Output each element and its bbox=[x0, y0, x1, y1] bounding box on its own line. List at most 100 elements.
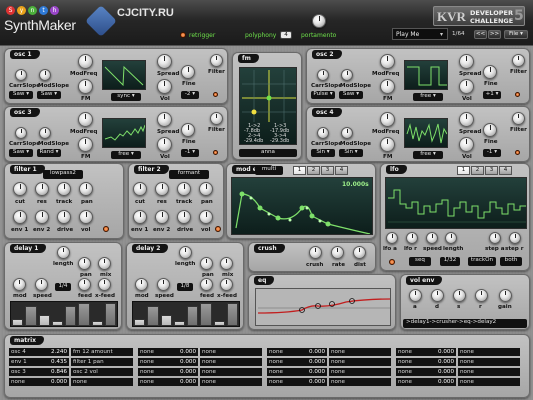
delay-step-bar[interactable] bbox=[104, 303, 116, 326]
lfo-speed-knob[interactable] bbox=[426, 232, 438, 244]
lfo-tab-1[interactable]: 1 bbox=[457, 166, 470, 175]
lfo-active-led-icon[interactable] bbox=[389, 259, 395, 265]
modenv-screen[interactable]: 10.000s bbox=[231, 177, 373, 235]
matrix-amount[interactable]: 0.000 bbox=[432, 358, 454, 366]
delay-step-bar[interactable] bbox=[173, 321, 185, 326]
filter2-track-knob[interactable] bbox=[177, 182, 191, 196]
delay1-speed-knob[interactable] bbox=[35, 278, 48, 291]
volenv-d-knob[interactable] bbox=[431, 289, 444, 302]
osc1-active-led-icon[interactable] bbox=[213, 92, 218, 97]
osc1-fm-knob[interactable] bbox=[78, 79, 93, 94]
osc3-carr-wave[interactable]: Saw ▾ bbox=[9, 149, 33, 157]
volenv-gain-knob[interactable] bbox=[499, 289, 512, 302]
crush-crush-knob[interactable] bbox=[309, 246, 322, 259]
matrix-amount[interactable]: 0.846 bbox=[45, 368, 67, 376]
osc4-filter-knob[interactable] bbox=[512, 112, 525, 125]
lfo-r-knob[interactable] bbox=[406, 232, 418, 244]
filter1-drive-knob[interactable] bbox=[57, 210, 71, 224]
matrix-dest-slot[interactable]: none bbox=[200, 358, 262, 366]
delay1-xfeed-knob[interactable] bbox=[98, 278, 111, 291]
lfo-stepa-knob[interactable] bbox=[489, 232, 501, 244]
osc4-spread-knob[interactable] bbox=[459, 112, 474, 127]
delay-step-bar[interactable] bbox=[25, 305, 37, 326]
osc3-spread-knob[interactable] bbox=[157, 112, 172, 127]
osc1-carr-wave[interactable]: Saw ▾ bbox=[9, 91, 33, 99]
osc3-modfreq-knob[interactable] bbox=[78, 112, 93, 127]
osc3-vol-knob[interactable] bbox=[157, 137, 172, 152]
matrix-amount[interactable]: 0.435 bbox=[45, 358, 67, 366]
modenv-tab-1[interactable]: 1 bbox=[293, 166, 306, 175]
lfo-tab-2[interactable]: 2 bbox=[471, 166, 484, 175]
osc3-active-led-icon[interactable] bbox=[213, 150, 218, 155]
matrix-dest-slot[interactable]: none bbox=[458, 358, 520, 366]
eq-graph-screen[interactable] bbox=[255, 288, 391, 326]
osc4-fine-knob[interactable] bbox=[483, 123, 497, 137]
matrix-dest-slot[interactable]: none bbox=[458, 378, 520, 386]
osc3-fm-knob[interactable] bbox=[78, 137, 93, 152]
osc3-mod-wave[interactable]: Rand ▾ bbox=[37, 149, 61, 157]
matrix-dest-slot[interactable]: none bbox=[329, 348, 391, 356]
lfo-tab-4[interactable]: 4 bbox=[499, 166, 512, 175]
filter2-vol-knob[interactable] bbox=[199, 210, 213, 224]
delay2-xfeed-knob[interactable] bbox=[220, 278, 233, 291]
filter2-cut-knob[interactable] bbox=[133, 182, 147, 196]
delay-step-bar[interactable] bbox=[226, 303, 238, 326]
osc4-vol-knob[interactable] bbox=[459, 137, 474, 152]
matrix-amount[interactable]: 0.000 bbox=[45, 378, 67, 386]
matrix-dest-slot[interactable]: none bbox=[329, 368, 391, 376]
prev-preset-button[interactable]: << bbox=[474, 30, 487, 39]
volenv-a-knob[interactable] bbox=[409, 289, 422, 302]
matrix-dest-slot[interactable]: none bbox=[200, 368, 262, 376]
delay-step-bar[interactable] bbox=[78, 303, 90, 326]
polyphony-value[interactable]: 4 bbox=[280, 31, 292, 39]
lfo-stepr-knob[interactable] bbox=[509, 232, 521, 244]
lfo-a-knob[interactable] bbox=[386, 232, 398, 244]
osc1-fine-knob[interactable] bbox=[181, 65, 195, 79]
osc1-spread-knob[interactable] bbox=[157, 54, 172, 69]
filter1-track-knob[interactable] bbox=[57, 182, 71, 196]
filter1-active-led-icon[interactable] bbox=[103, 226, 109, 232]
filter1-type-select[interactable]: lowpass2 bbox=[43, 170, 83, 179]
filter2-env1-knob[interactable] bbox=[133, 210, 147, 224]
matrix-amount[interactable]: 0.000 bbox=[303, 358, 325, 366]
delay2-length-value[interactable]: 1/8 bbox=[177, 283, 193, 291]
filter2-drive-knob[interactable] bbox=[177, 210, 191, 224]
delay2-length-knob[interactable] bbox=[179, 246, 192, 259]
delay1-length-knob[interactable] bbox=[57, 246, 70, 259]
matrix-dest-slot[interactable]: none bbox=[458, 368, 520, 376]
osc4-carr-wave[interactable]: Sin ▾ bbox=[311, 149, 335, 157]
delay2-feed-knob[interactable] bbox=[200, 278, 213, 291]
filter2-type-select[interactable]: formant bbox=[169, 170, 209, 179]
delay-step-bar[interactable] bbox=[187, 305, 199, 326]
osc2-vol-knob[interactable] bbox=[459, 79, 474, 94]
modenv-tab-3[interactable]: 3 bbox=[321, 166, 334, 175]
osc1-filter-knob[interactable] bbox=[210, 54, 223, 67]
modenv-tab-2[interactable]: 2 bbox=[307, 166, 320, 175]
osc2-fine-knob[interactable] bbox=[483, 65, 497, 79]
osc2-filter-knob[interactable] bbox=[512, 54, 525, 67]
osc4-modslope-knob[interactable] bbox=[341, 127, 353, 139]
modenv-tab-4[interactable]: 4 bbox=[335, 166, 348, 175]
matrix-dest-slot[interactable]: none bbox=[200, 348, 262, 356]
matrix-amount[interactable]: 0.000 bbox=[303, 348, 325, 356]
osc2-active-led-icon[interactable] bbox=[515, 92, 520, 97]
crush-dist-knob[interactable] bbox=[353, 246, 366, 259]
matrix-amount[interactable]: 0.000 bbox=[432, 378, 454, 386]
osc2-modslope-knob[interactable] bbox=[341, 69, 353, 81]
matrix-amount[interactable]: 0.000 bbox=[174, 368, 196, 376]
lfo-length-knob[interactable] bbox=[445, 232, 457, 244]
osc1-mod-wave[interactable]: Saw ▾ bbox=[37, 91, 61, 99]
filter1-cut-knob[interactable] bbox=[13, 182, 27, 196]
next-preset-button[interactable]: >> bbox=[488, 30, 501, 39]
retrigger-led-icon[interactable] bbox=[180, 32, 186, 38]
osc3-carrslope-knob[interactable] bbox=[15, 127, 27, 139]
osc2-mode-select[interactable]: free ▾ bbox=[413, 93, 443, 101]
lfo-length-value[interactable]: 1/32 bbox=[440, 257, 460, 266]
delay-step-bar[interactable] bbox=[134, 318, 146, 326]
delay-step-bar[interactable] bbox=[147, 305, 159, 326]
lfo-screen[interactable] bbox=[385, 177, 527, 229]
lfo-trackon-button[interactable]: trackOn bbox=[468, 257, 496, 266]
osc4-mode-select[interactable]: free ▾ bbox=[413, 151, 443, 159]
osc3-fine-value[interactable]: -1 ▾ bbox=[181, 149, 199, 157]
lfo-both-button[interactable]: both bbox=[500, 257, 522, 266]
